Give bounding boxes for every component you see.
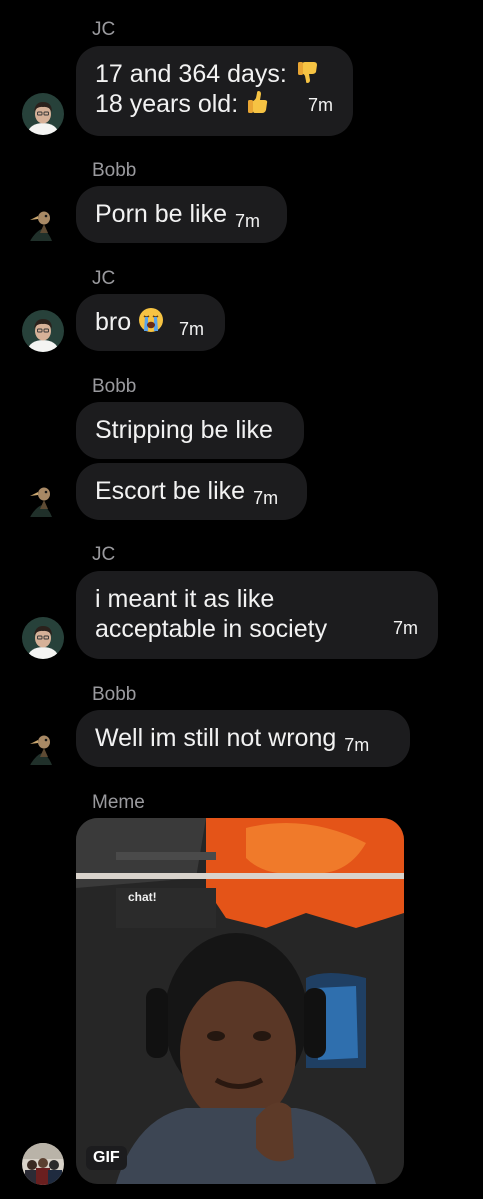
sender-name-bobb: Bobb — [92, 684, 137, 705]
message-timestamp: 7m — [253, 488, 279, 508]
avatar-bobb[interactable] — [22, 203, 64, 245]
message-bubble[interactable]: 17 and 364 days: 18 years old: 7m — [76, 46, 353, 136]
message-timestamp: 7m — [344, 735, 370, 755]
sender-name-bobb: Bobb — [92, 160, 137, 181]
sender-name-bobb: Bobb — [92, 376, 137, 397]
message-line: 18 years old: — [95, 89, 335, 119]
message-bubble[interactable]: bro 7m — [76, 294, 225, 351]
message-timestamp: 7m — [307, 95, 333, 115]
message-line: 17 and 364 days: — [95, 59, 335, 89]
message-timestamp: 7m — [179, 319, 205, 339]
thumbs-down-icon — [297, 62, 317, 83]
gif-caption-text: chat! — [128, 890, 157, 904]
message-text: i meant it as like — [95, 585, 275, 613]
avatar-photo — [22, 310, 64, 352]
sender-name-jc: JC — [92, 268, 116, 289]
avatar-jc[interactable] — [22, 93, 64, 135]
sender-name-jc: JC — [92, 19, 116, 40]
avatar-jc[interactable] — [22, 310, 64, 352]
avatar-photo — [22, 617, 64, 659]
message-bubble[interactable]: Well im still not wrong 7m — [76, 710, 410, 767]
message-text: bro — [95, 308, 132, 336]
avatar-bobb[interactable] — [22, 727, 64, 769]
message-bubble[interactable]: Porn be like 7m — [76, 186, 287, 243]
message-text: 17 and 364 days: — [95, 60, 287, 88]
message-timestamp: 7m — [235, 211, 261, 231]
avatar-bobb[interactable] — [22, 479, 64, 521]
message-bubble[interactable]: Escort be like 7m — [76, 463, 307, 520]
gif-preview-image — [76, 818, 404, 1184]
avatar-photo — [22, 727, 64, 769]
message-text: Porn be like — [95, 200, 228, 228]
avatar-photo — [22, 479, 64, 521]
loudly-crying-face-icon — [139, 308, 164, 332]
avatar-photo — [22, 1143, 64, 1185]
gif-message[interactable]: chat! GIF — [76, 818, 404, 1184]
sender-name-jc: JC — [92, 544, 116, 565]
message-bubble[interactable]: Stripping be like — [76, 402, 304, 459]
avatar-meme[interactable] — [22, 1143, 64, 1185]
message-text: acceptable in society — [95, 615, 328, 643]
message-text: Well im still not wrong — [95, 724, 337, 752]
avatar-jc[interactable] — [22, 617, 64, 659]
thumbs-up-icon — [248, 91, 268, 113]
message-text: Stripping be like — [95, 416, 273, 444]
message-text: 18 years old: — [95, 90, 239, 118]
avatar-photo — [22, 93, 64, 135]
gif-badge: GIF — [86, 1146, 127, 1170]
message-text: Escort be like — [95, 477, 246, 505]
sender-name-meme: Meme — [92, 792, 145, 813]
message-bubble[interactable]: i meant it as like acceptable in society… — [76, 571, 438, 659]
avatar-photo — [22, 203, 64, 245]
message-timestamp: 7m — [392, 618, 418, 638]
